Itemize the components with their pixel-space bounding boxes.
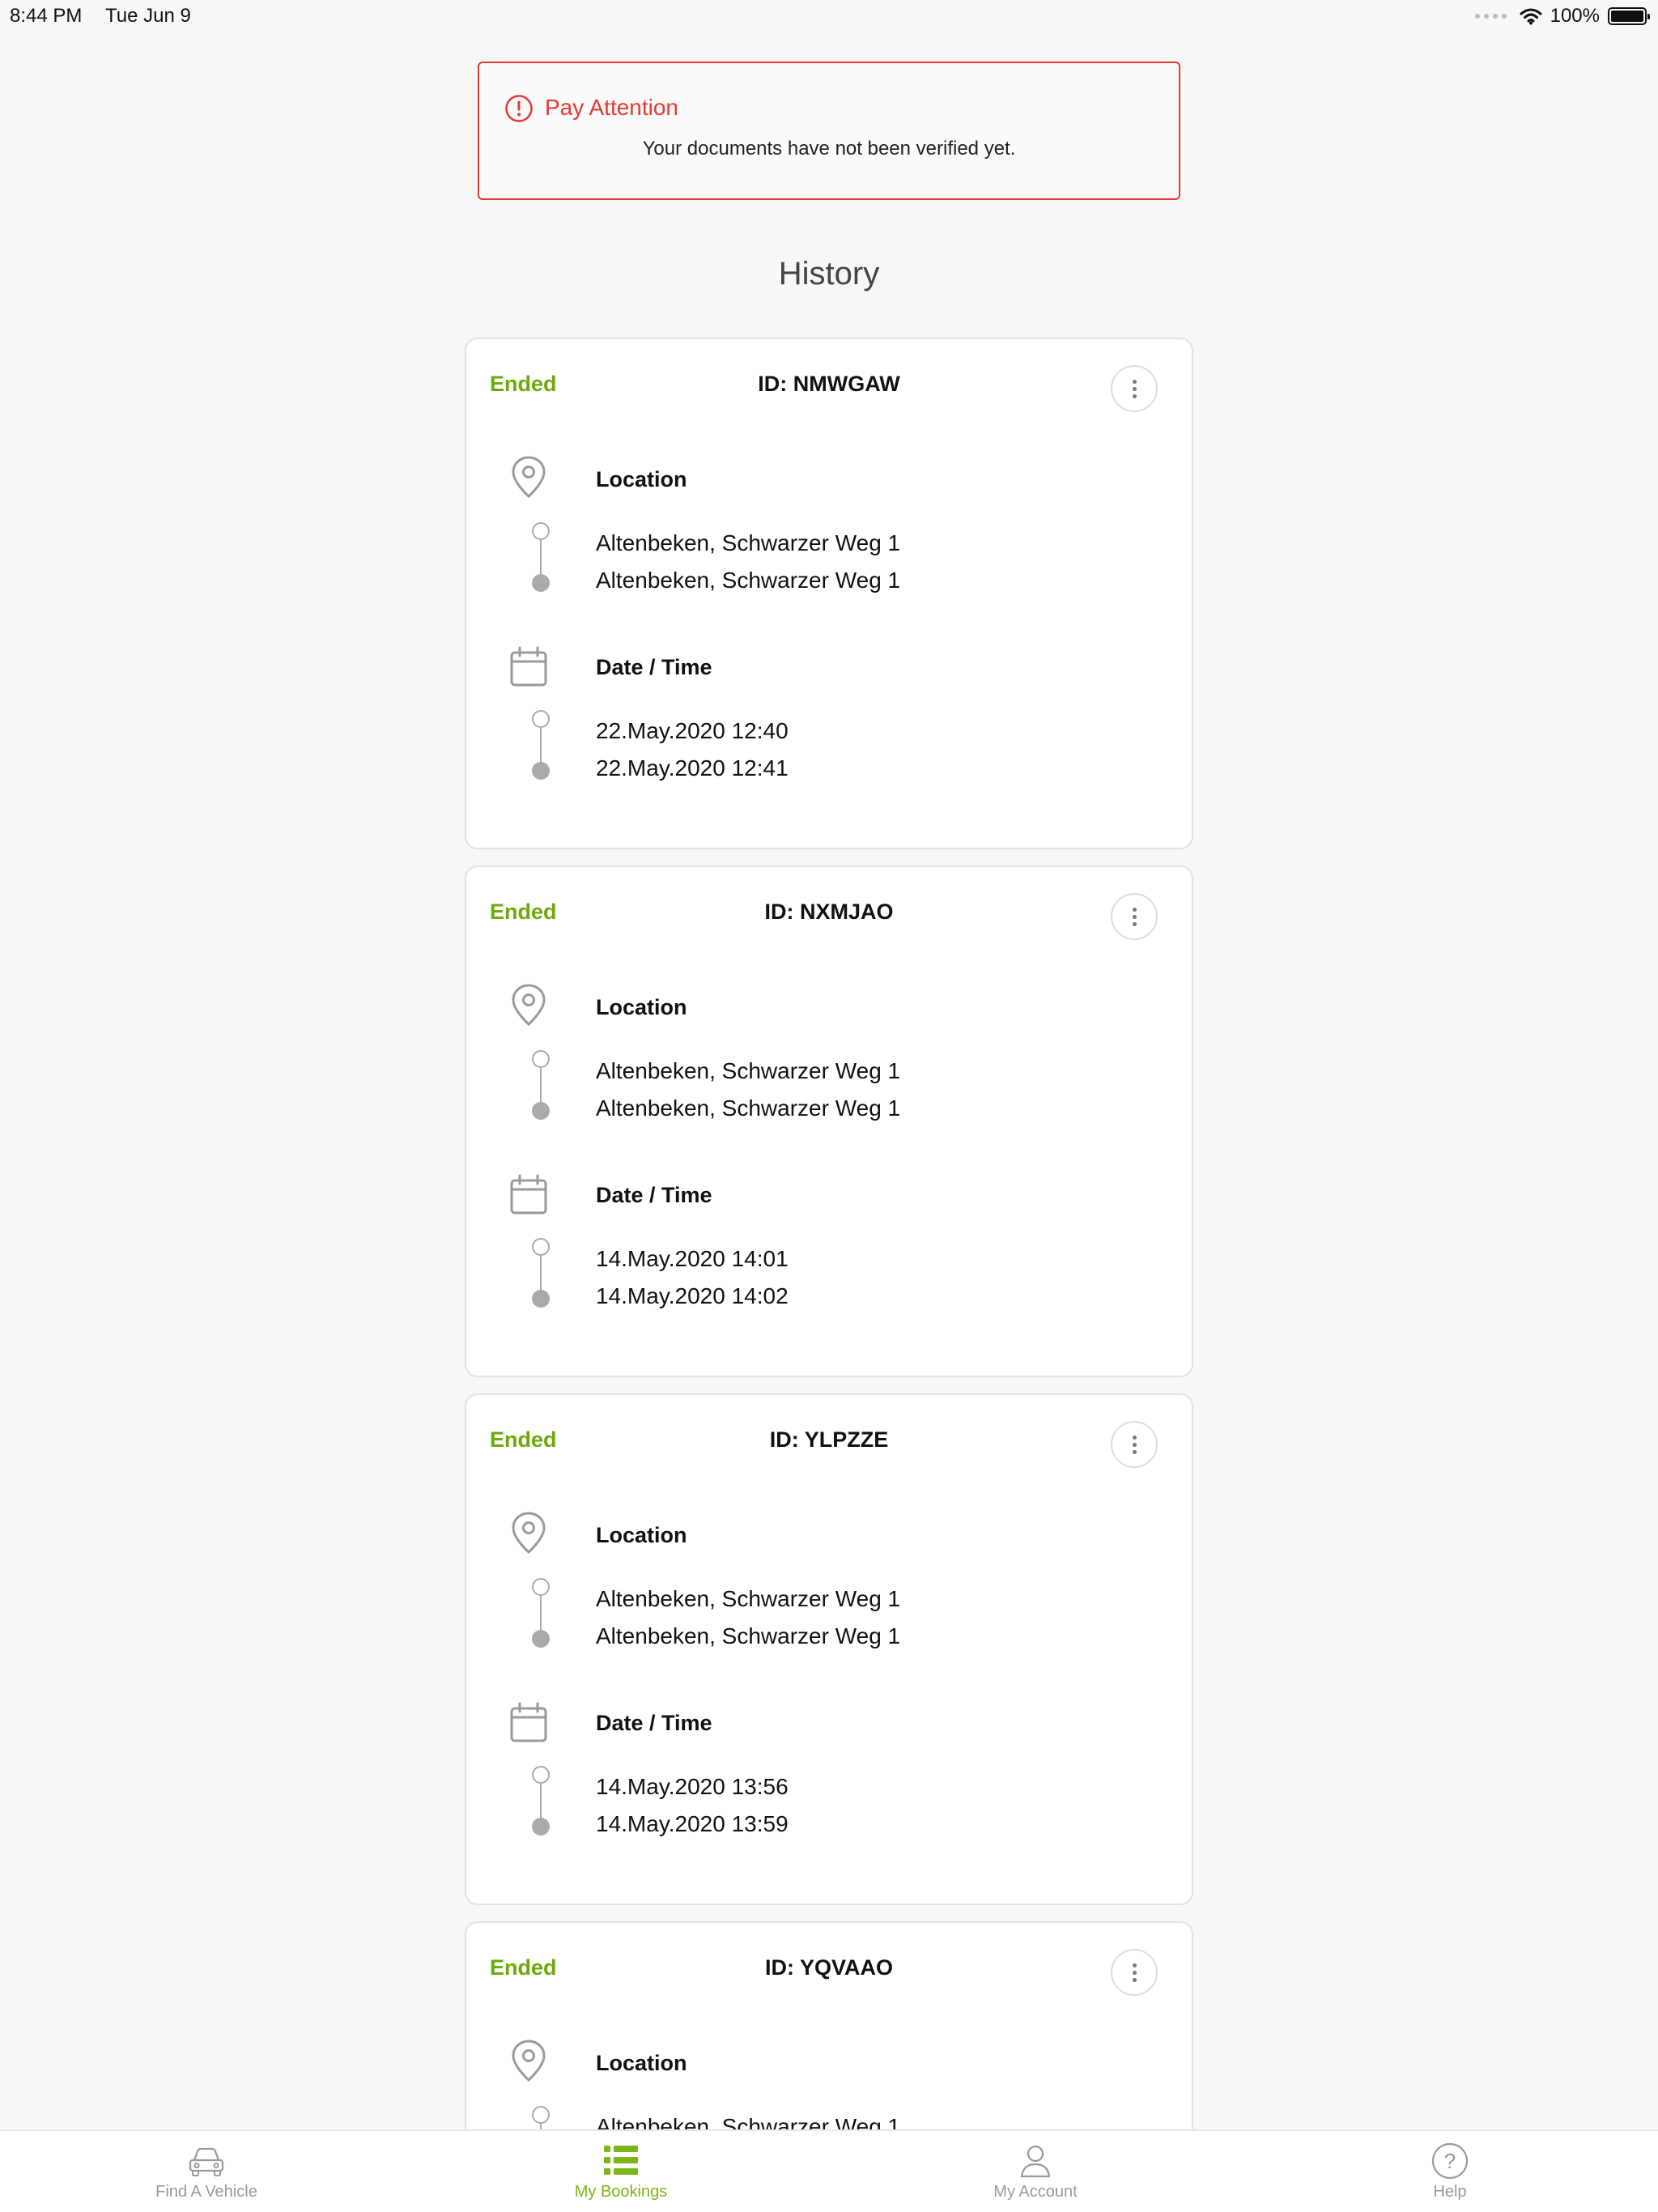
timeline-start-dot — [532, 1238, 550, 1256]
location-to: Altenbeken, Schwarzer Weg 1 — [596, 1623, 901, 1648]
tab-my-bookings[interactable]: My Bookings — [524, 2131, 718, 2212]
timeline-start-dot — [532, 2106, 550, 2124]
location-pin-icon — [512, 1512, 546, 1555]
timeline-end-dot — [532, 1102, 550, 1120]
booking-id: ID: YQVAAO — [764, 1955, 894, 1980]
location-to: Altenbeken, Schwarzer Weg 1 — [596, 568, 901, 593]
battery-percent: 100% — [1550, 5, 1600, 27]
verification-alert: Pay Attention Your documents have not be… — [478, 62, 1180, 200]
tab-help[interactable]: ? Help — [1353, 2131, 1547, 2212]
timeline-line — [540, 1256, 542, 1291]
location-pin-icon — [512, 456, 546, 499]
location-pin-icon — [512, 2040, 546, 2082]
booking-id: ID: NXMJAO — [764, 900, 894, 924]
more-options-button[interactable] — [1111, 1949, 1158, 1996]
tab-my-account[interactable]: My Account — [938, 2131, 1133, 2212]
datetime-label: Date / Time — [596, 1711, 712, 1735]
booking-card[interactable]: Ended ID: YLPZZE Location Altenbeken, Sc… — [465, 1393, 1193, 1905]
timeline-end-dot — [532, 1290, 550, 1308]
location-to: Altenbeken, Schwarzer Weg 1 — [596, 1095, 901, 1121]
more-options-button[interactable] — [1111, 1421, 1158, 1468]
timeline-start-dot — [532, 1050, 550, 1068]
location-pin-icon — [512, 984, 546, 1027]
location-label: Location — [596, 1523, 687, 1547]
location-from: Altenbeken, Schwarzer Weg 1 — [596, 1586, 901, 1611]
calendar-icon — [510, 646, 547, 687]
tab-bar: Find A Vehicle My Bookings My Account ? … — [0, 2129, 1658, 2212]
tab-label: Find A Vehicle — [155, 2183, 257, 2201]
car-icon — [189, 2147, 224, 2176]
timeline-line — [540, 540, 542, 576]
status-right: 100% — [1474, 5, 1650, 28]
timeline-end-dot — [532, 574, 550, 592]
alert-message: Your documents have not been verified ye… — [642, 138, 1016, 160]
booking-id: ID: YLPZZE — [769, 1427, 889, 1452]
timeline-end-dot — [532, 762, 550, 780]
timeline-line — [540, 1068, 542, 1104]
timeline-end-dot — [532, 1818, 550, 1836]
status-date: Tue Jun 9 — [105, 5, 191, 27]
end-datetime: 14.May.2020 14:02 — [596, 1283, 789, 1308]
booking-card[interactable]: Ended ID: NMWGAW Location Altenbeken, Sc… — [465, 338, 1193, 849]
start-datetime: 22.May.2020 12:40 — [596, 718, 789, 743]
timeline-end-dot — [532, 1630, 550, 1648]
location-label: Location — [596, 467, 687, 491]
location-label: Location — [596, 2051, 687, 2075]
battery-icon — [1608, 7, 1650, 25]
end-datetime: 22.May.2020 12:41 — [596, 755, 789, 781]
calendar-icon — [510, 1174, 547, 1214]
list-icon — [604, 2146, 638, 2175]
location-from: Altenbeken, Schwarzer Weg 1 — [596, 1058, 901, 1083]
more-options-button[interactable] — [1111, 365, 1158, 412]
timeline-line — [540, 1596, 542, 1631]
timeline-start-dot — [532, 522, 550, 540]
svg-text:?: ? — [1444, 2149, 1456, 2173]
status-time: 8:44 PM — [10, 5, 83, 27]
calendar-icon — [510, 1702, 547, 1742]
tab-label: Help — [1433, 2183, 1467, 2201]
wifi-icon — [1520, 8, 1542, 25]
tab-label: My Bookings — [574, 2183, 668, 2201]
end-datetime: 14.May.2020 13:59 — [596, 1811, 789, 1836]
timeline-line — [540, 728, 542, 764]
datetime-label: Date / Time — [596, 655, 712, 679]
exclamation-circle-icon — [505, 95, 533, 122]
timeline-start-dot — [532, 710, 550, 728]
alert-title: Pay Attention — [545, 95, 679, 120]
more-options-button[interactable] — [1111, 893, 1158, 940]
tab-label: My Account — [993, 2183, 1078, 2201]
datetime-label: Date / Time — [596, 1183, 712, 1207]
timeline-start-dot — [532, 1578, 550, 1596]
page-title: History — [778, 256, 880, 291]
cellular-dots-icon — [1474, 14, 1507, 19]
booking-id: ID: NMWGAW — [758, 372, 900, 396]
location-from: Altenbeken, Schwarzer Weg 1 — [596, 530, 901, 555]
person-icon — [1020, 2145, 1051, 2178]
location-label: Location — [596, 995, 687, 1019]
screen: 8:44 PM Tue Jun 9 100% Pay Attention You… — [0, 0, 1658, 2212]
booking-card[interactable]: Ended ID: NXMJAO Location Altenbeken, Sc… — [465, 866, 1193, 1377]
start-datetime: 14.May.2020 14:01 — [596, 1246, 789, 1271]
timeline-start-dot — [532, 1766, 550, 1784]
status-bar: 8:44 PM Tue Jun 9 100% — [0, 0, 1658, 32]
start-datetime: 14.May.2020 13:56 — [596, 1774, 789, 1799]
help-circle-icon: ? — [1431, 2142, 1469, 2180]
tab-find-a-vehicle[interactable]: Find A Vehicle — [109, 2131, 304, 2212]
timeline-line — [540, 1784, 542, 1819]
